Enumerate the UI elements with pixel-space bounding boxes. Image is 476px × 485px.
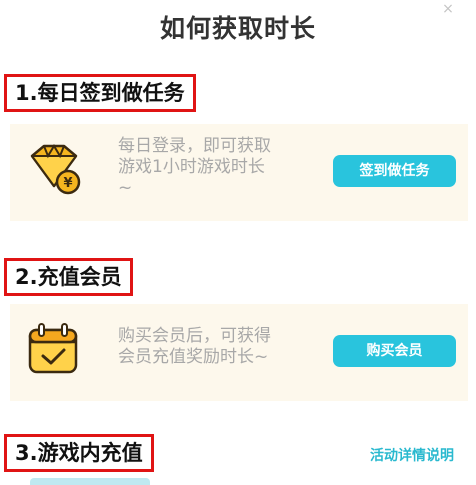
activity-details-link[interactable]: 活动详情说明 xyxy=(370,445,454,465)
section-heading-daily-tasks: 1.每日签到做任务 xyxy=(4,74,196,112)
daily-tasks-text-line3: ~ xyxy=(118,178,133,198)
membership-card: 购买会员后，可获得 会员充值奖励时长~ 购买会员 xyxy=(10,304,468,401)
checkin-tasks-button[interactable]: 签到做任务 xyxy=(333,155,456,187)
daily-tasks-card: ¥ 每日登录，即可获取 游戏1小时游戏时长 ~ 签到做任务 xyxy=(10,124,468,221)
daily-tasks-text-line2: 游戏1小时游戏时长 xyxy=(118,157,265,177)
membership-description: 购买会员后，可获得 会员充值奖励时长~ xyxy=(118,326,318,368)
membership-text-line1: 购买会员后，可获得 xyxy=(118,326,271,346)
close-icon[interactable]: × xyxy=(440,1,456,17)
membership-text-line2: 会员充值奖励时长~ xyxy=(118,347,269,367)
svg-text:¥: ¥ xyxy=(63,176,72,191)
daily-tasks-description: 每日登录，即可获取 游戏1小时游戏时长 ~ xyxy=(118,136,318,199)
partial-content-edge xyxy=(30,478,150,485)
calendar-check-icon xyxy=(24,320,84,380)
daily-tasks-text-line1: 每日登录，即可获取 xyxy=(118,136,271,156)
buy-membership-button[interactable]: 购买会员 xyxy=(333,335,456,367)
section-heading-membership: 2.充值会员 xyxy=(4,258,133,296)
diamond-coin-icon: ¥ xyxy=(24,138,84,198)
dialog-title: 如何获取时长 xyxy=(159,14,316,43)
section-heading-in-game-topup: 3.游戏内充值 xyxy=(4,434,154,472)
